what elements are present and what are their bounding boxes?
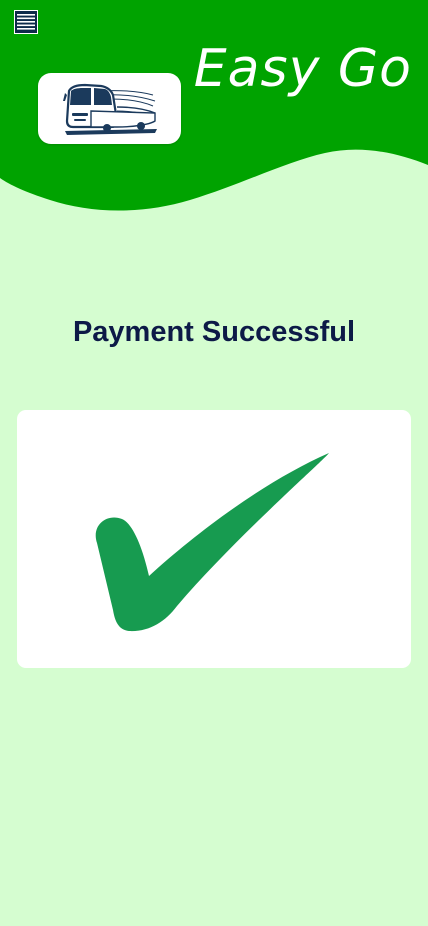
menu-button[interactable] xyxy=(14,10,38,34)
check-mark-icon xyxy=(95,453,330,632)
logo-card xyxy=(38,73,181,144)
app-title: Easy Go xyxy=(193,39,412,99)
success-card xyxy=(17,410,411,668)
hamburger-menu-icon xyxy=(17,14,35,30)
bus-icon xyxy=(63,83,157,135)
page-title: Payment Successful xyxy=(72,316,356,348)
